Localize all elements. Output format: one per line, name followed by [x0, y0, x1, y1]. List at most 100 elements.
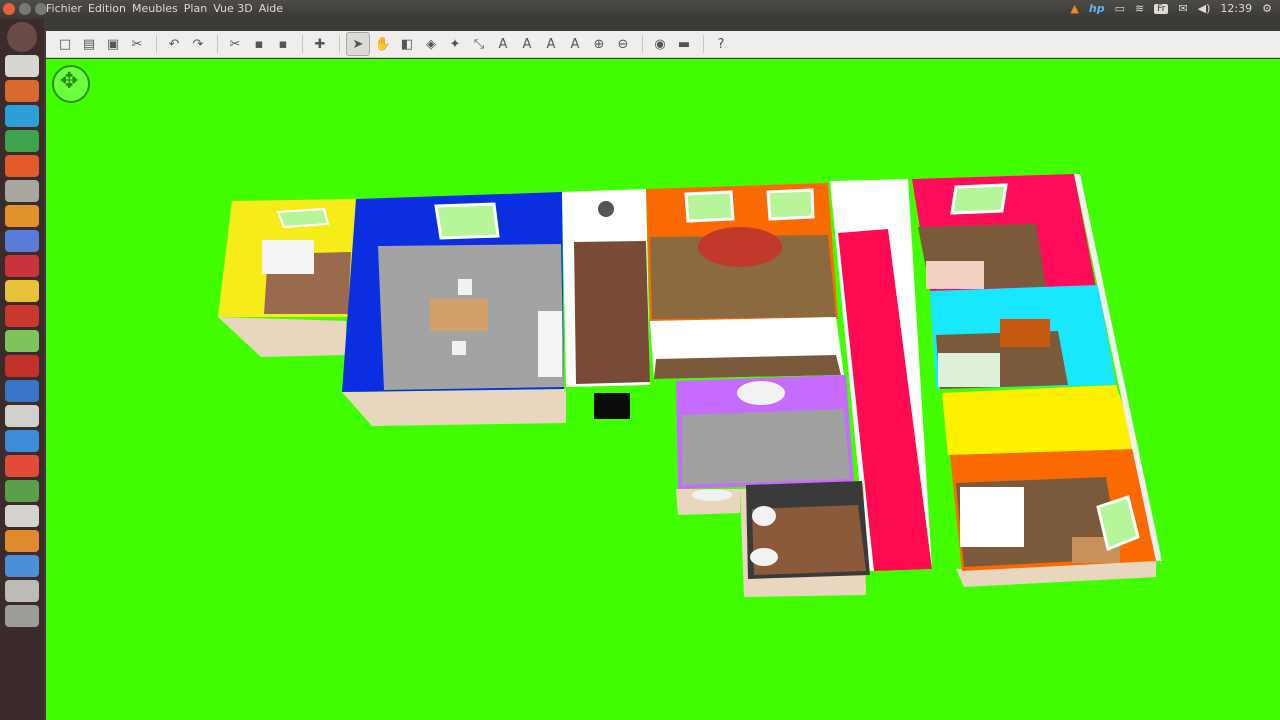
kitchen-window [276, 207, 330, 229]
copy-icon[interactable]: ▪ [248, 33, 270, 55]
bold-text-icon[interactable]: A [564, 33, 586, 55]
toolbar-separator [339, 35, 340, 53]
living-lower-floor [654, 355, 841, 379]
undo-icon[interactable]: ↶ [163, 33, 185, 55]
bedroom4-bed [960, 487, 1024, 547]
vlc-icon[interactable]: ▲ [1070, 2, 1078, 15]
create-dimensions-icon[interactable]: ⤡ [468, 33, 490, 55]
trash-icon[interactable] [5, 605, 39, 627]
bedroom1-window [950, 183, 1008, 215]
dining-exterior-wall [342, 389, 566, 426]
ceiling-light [598, 201, 614, 217]
app-icon-m[interactable] [5, 530, 39, 552]
minimize-window-icon[interactable] [19, 3, 31, 15]
app-icon-f[interactable] [5, 355, 39, 377]
create-video-icon[interactable]: ▬ [673, 33, 695, 55]
menu-fichier[interactable]: Fichier [46, 2, 82, 15]
paste-icon[interactable]: ▪ [272, 33, 294, 55]
zoom-out-icon[interactable]: ⊖ [612, 33, 634, 55]
gear-icon[interactable]: ⚙ [1262, 2, 1272, 15]
mail-icon[interactable]: ✉ [1178, 2, 1187, 15]
toolbar-separator [703, 35, 704, 53]
app-icon-j[interactable] [5, 455, 39, 477]
kitchen-exterior-wall [218, 317, 346, 357]
close-window-icon[interactable] [3, 3, 15, 15]
app-icon-g[interactable] [5, 380, 39, 402]
writer-icon[interactable] [5, 105, 39, 127]
living-sofa [698, 227, 782, 267]
bedroom1-bed [926, 261, 984, 289]
redo-icon[interactable]: ↷ [187, 33, 209, 55]
app-icon-e[interactable] [5, 330, 39, 352]
new-home-icon[interactable]: □ [54, 33, 76, 55]
app-icon-k[interactable] [5, 480, 39, 502]
software-center-icon[interactable] [5, 155, 39, 177]
open-icon[interactable]: ▤ [78, 33, 100, 55]
app-icon-c[interactable] [5, 280, 39, 302]
create-walls-icon[interactable]: ◧ [396, 33, 418, 55]
calc-icon[interactable] [5, 130, 39, 152]
keyboard-layout-indicator[interactable]: Fr [1154, 3, 1169, 14]
app-icon-b[interactable] [5, 255, 39, 277]
app-icon-h[interactable] [5, 405, 39, 427]
bathtub [737, 381, 785, 405]
system-tray: ▲ hp ▭ ≋ Fr ✉ ◀) 12:39 ⚙ [1070, 2, 1272, 15]
save-icon[interactable]: ▣ [102, 33, 124, 55]
create-photo-icon[interactable]: ◉ [649, 33, 671, 55]
add-furniture-icon[interactable]: ✚ [309, 33, 331, 55]
window-controls [3, 3, 47, 15]
navigation-arrows-widget[interactable] [52, 65, 90, 103]
menu-edition[interactable]: Edition [88, 2, 126, 15]
wifi-icon[interactable]: ≋ [1135, 2, 1144, 15]
select-icon[interactable]: ➤ [346, 32, 370, 56]
pan-icon[interactable]: ✋ [372, 33, 394, 55]
living-window-2 [766, 188, 815, 221]
toilet-bowl [752, 506, 776, 526]
ubuntu-dash-icon[interactable] [7, 22, 37, 52]
toolbar-separator [302, 35, 303, 53]
menu-bar: Fichier Edition Meubles Plan Vue 3D Aide [46, 2, 283, 15]
front-door [594, 393, 630, 419]
zoom-in-icon[interactable]: ⊕ [588, 33, 610, 55]
preferences-icon[interactable]: ✂ [126, 33, 148, 55]
dining-window [434, 202, 500, 240]
firefox-icon[interactable] [5, 80, 39, 102]
app-icon-i[interactable] [5, 430, 39, 452]
bedroom2-bed [938, 353, 1000, 387]
vlc-launcher-icon[interactable] [5, 205, 39, 227]
cut-icon[interactable]: ✂ [224, 33, 246, 55]
dining-table [430, 299, 488, 331]
printer-icon[interactable]: ▭ [1115, 2, 1125, 15]
house-3d-render [218, 174, 1162, 597]
3d-view[interactable] [46, 59, 1280, 720]
app-icon-d[interactable] [5, 305, 39, 327]
clock[interactable]: 12:39 [1220, 2, 1252, 15]
bedroom2-dresser [1000, 319, 1050, 347]
settings-icon[interactable] [5, 180, 39, 202]
unity-launcher [0, 19, 44, 720]
help-icon[interactable]: ? [710, 33, 732, 55]
main-toolbar: □ ▤ ▣ ✂ ↶ ↷ ✂ ▪ ▪ ✚ ➤ ✋ ◧ ◈ ✦ ⤡ A A A A ⊕ ⊖ ◉ ▬? [46, 31, 1280, 58]
app-icon-a[interactable] [5, 230, 39, 252]
app-icon-n[interactable] [5, 555, 39, 577]
files-icon[interactable] [5, 55, 39, 77]
create-polylines-icon[interactable]: ✦ [444, 33, 466, 55]
volume-icon[interactable]: ◀) [1198, 2, 1211, 15]
app-icon-l[interactable] [5, 505, 39, 527]
menu-plan[interactable]: Plan [184, 2, 207, 15]
menu-vue3d[interactable]: Vue 3D [213, 2, 252, 15]
dining-cabinet [538, 311, 562, 377]
kitchen-stove [262, 240, 314, 274]
decrease-text-icon[interactable]: A [540, 33, 562, 55]
menu-aide[interactable]: Aide [259, 2, 283, 15]
menu-meubles[interactable]: Meubles [132, 2, 178, 15]
increase-text-icon[interactable]: A [516, 33, 538, 55]
create-rooms-icon[interactable]: ◈ [420, 33, 442, 55]
hp-logo[interactable]: hp [1089, 2, 1105, 15]
app-icon-o[interactable] [5, 580, 39, 602]
toolbar-separator [156, 35, 157, 53]
add-text-icon[interactable]: A [492, 33, 514, 55]
top-panel: Fichier Edition Meubles Plan Vue 3D Aide… [0, 0, 1280, 19]
menubar-background [46, 19, 1280, 31]
bedroom3-room [942, 385, 1138, 455]
